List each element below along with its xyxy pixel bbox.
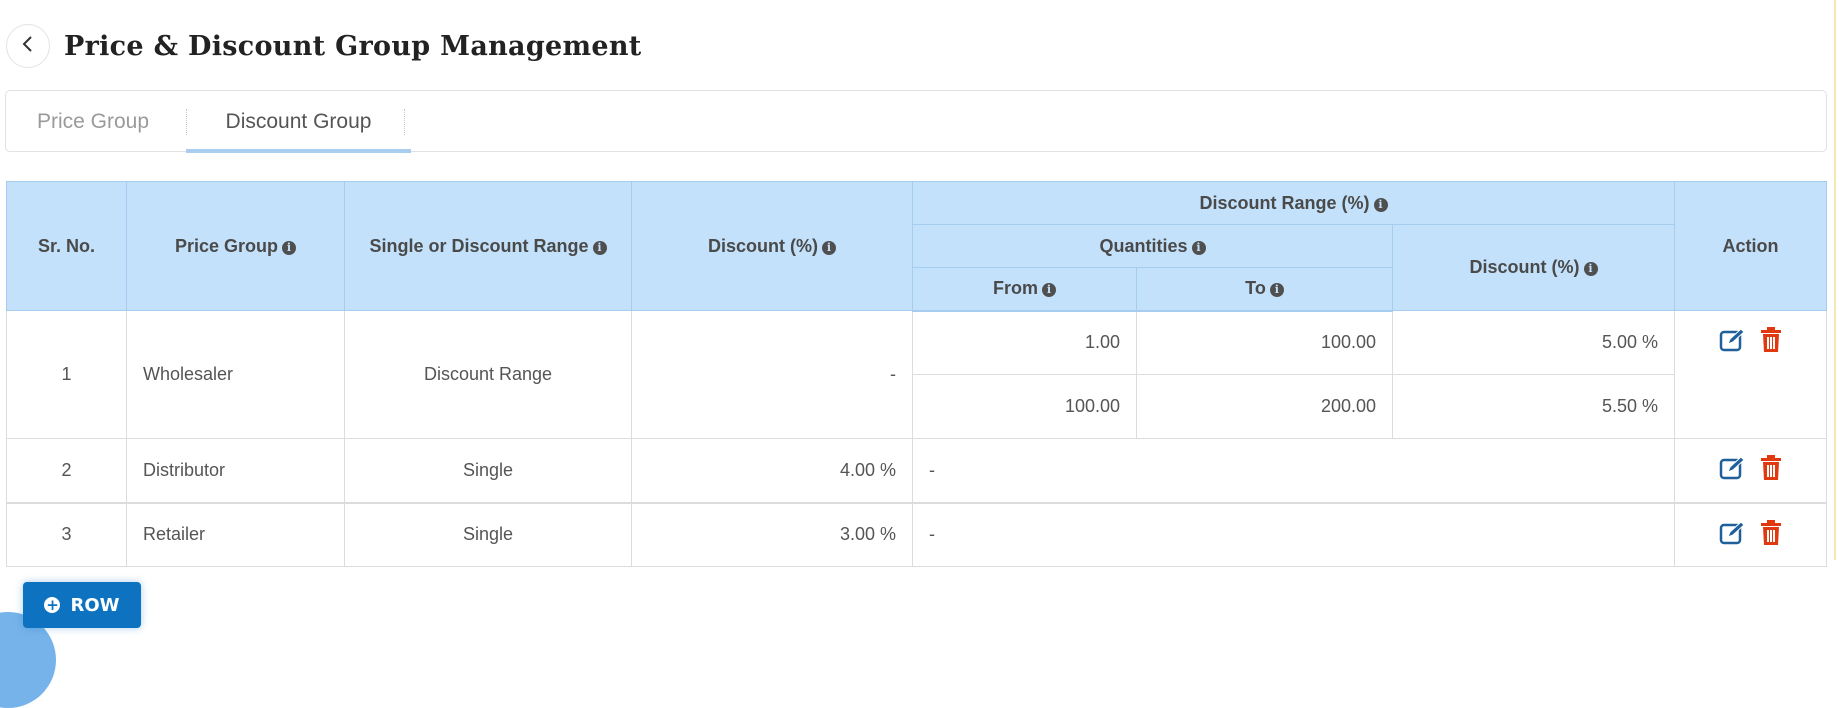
back-button[interactable] — [6, 24, 50, 68]
header-from: From i — [912, 267, 1137, 312]
cell-from: 1.00 — [912, 310, 1137, 375]
cell-price-group: Retailer — [126, 501, 345, 567]
tab-price-group[interactable]: Price Group — [37, 91, 149, 152]
header-discount: Discount (%) i — [631, 181, 913, 311]
tab-discount-group[interactable]: Discount Group — [186, 91, 411, 153]
cell-range-empty: - — [911, 501, 1676, 567]
info-circle-icon[interactable]: i — [1269, 283, 1284, 298]
cell-from: 100.00 — [912, 374, 1137, 439]
table-row: 3 Retailer Single 3.00 % - — [6, 501, 1828, 567]
cell-type: Single — [344, 501, 632, 567]
info-circle-icon[interactable]: i — [1191, 240, 1206, 255]
edit-icon[interactable] — [1719, 327, 1747, 358]
cell-discount: - — [631, 310, 913, 439]
tab-separator — [404, 109, 405, 135]
edit-icon[interactable] — [1719, 455, 1747, 486]
cell-price-group: Distributor — [126, 438, 345, 503]
cell-actions — [1674, 310, 1828, 439]
header-discount-range: Discount Range (%) i — [911, 181, 1676, 225]
table-row: 2 Distributor Single 4.00 % - — [6, 438, 1828, 503]
trash-icon[interactable] — [1760, 519, 1782, 551]
cell-to: 100.00 — [1136, 310, 1393, 375]
header-action: Action — [1674, 181, 1828, 311]
add-row-label: ROW — [70, 594, 120, 616]
trash-icon[interactable] — [1760, 327, 1782, 358]
cell-to: 200.00 — [1136, 374, 1393, 439]
cell-sr-no: 2 — [6, 438, 127, 503]
cell-sr-no: 1 — [6, 310, 127, 439]
info-circle-icon[interactable]: i — [282, 240, 297, 255]
cell-actions — [1674, 501, 1828, 567]
page-edge-divider — [1834, 0, 1836, 560]
edit-icon[interactable] — [1719, 520, 1747, 551]
info-circle-icon[interactable]: i — [1583, 262, 1598, 276]
cell-range-discount: 5.00 % — [1391, 310, 1676, 375]
cell-discount: 3.00 % — [631, 501, 913, 567]
table-row: 1 Wholesaler Discount Range - 1.00 100.0… — [6, 310, 1828, 439]
page-title: Price & Discount Group Management — [64, 30, 642, 62]
cell-type: Discount Range — [344, 310, 632, 439]
tab-bar: Price Group Discount Group — [5, 90, 1827, 153]
cell-range-empty: - — [911, 438, 1676, 503]
info-circle-icon[interactable]: i — [1373, 197, 1388, 212]
cell-type: Single — [344, 438, 632, 503]
cell-price-group: Wholesaler — [126, 310, 345, 439]
header-price-group: Price Group i — [126, 181, 345, 311]
info-circle-icon[interactable]: i — [822, 240, 836, 255]
header-single-or-range: Single or Discount Range i — [344, 181, 632, 311]
header-sr-no: Sr. No. — [6, 181, 127, 311]
add-row-button[interactable]: + ROW — [23, 582, 141, 628]
header-range-discount: Discount (%) i — [1391, 224, 1676, 311]
header-quantities: Quantities i — [912, 224, 1393, 268]
chevron-left-icon — [21, 35, 35, 57]
discount-group-table: Sr. No. Price Group i Single or Discount … — [6, 181, 1828, 567]
info-circle-icon[interactable]: i — [1042, 283, 1056, 298]
plus-circle-icon: + — [44, 596, 61, 614]
cell-range-discount: 5.50 % — [1391, 374, 1676, 439]
cell-discount: 4.00 % — [631, 438, 913, 503]
page-header: Price & Discount Group Management — [6, 24, 642, 68]
trash-icon[interactable] — [1760, 455, 1782, 486]
header-to: To i — [1136, 267, 1393, 312]
info-circle-icon[interactable]: i — [592, 240, 607, 255]
cell-actions — [1674, 438, 1828, 503]
cell-sr-no: 3 — [6, 501, 127, 567]
